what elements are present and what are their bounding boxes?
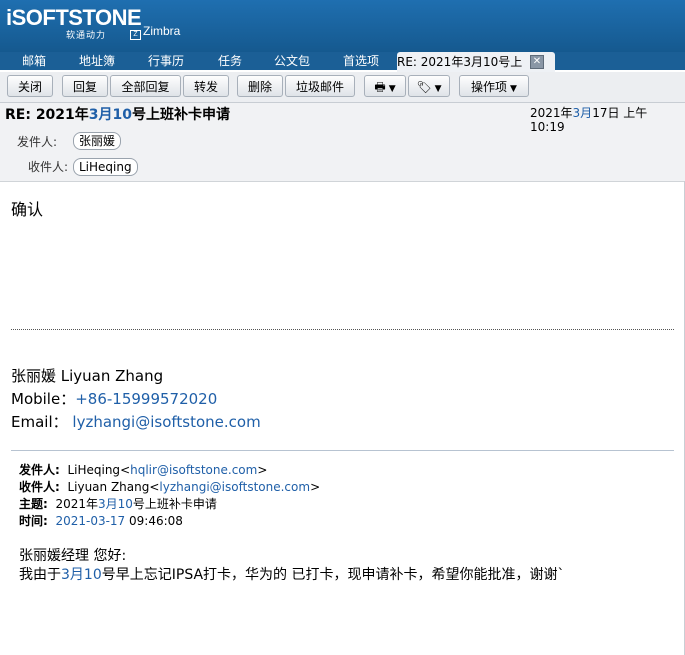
message-subject: RE: 2021年3月10号上班补卡申请 (5, 107, 231, 123)
message-toolbar: 关闭 回复 全部回复 转发 删除 垃圾邮件 🖶 ▼ 🏷 ▼ 操作项 ▼ (0, 72, 685, 103)
to-label: 收件人: (28, 160, 69, 174)
isoftstone-logo: iSOFTSTONE (6, 5, 142, 30)
from-label: 发件人: (17, 135, 58, 149)
current-tab-label: RE: 2021年3月10号上 (397, 55, 523, 69)
quoted-message-line: 我由于3月10号早上忘记IPSA打卡，华为的 已打卡，现申请补卡，希望你能批准，… (19, 567, 565, 583)
close-tab-icon[interactable]: ✕ (530, 55, 544, 69)
quoted-to: 收件人: Liyuan Zhang<lyzhangi@isoftstone.co… (19, 480, 321, 494)
printer-icon: 🖶 (374, 80, 386, 94)
close-button[interactable]: 关闭 (7, 75, 53, 97)
quoted-from: 发件人: LiHeqing<hqlir@isoftstone.com> (19, 463, 268, 477)
message-date: 2021年3月17日 上午 10:19 (530, 106, 648, 134)
tab-current-message[interactable]: RE: 2021年3月10号上 ✕ (397, 52, 555, 72)
signature-name: 张丽媛 Liyuan Zhang (11, 367, 164, 385)
tab-calendar[interactable]: 行事历 (148, 52, 184, 70)
quoted-subject: 主题: 2021年3月10号上班补卡申请 (19, 497, 217, 511)
from-contact-bubble[interactable]: 张丽媛 (73, 132, 122, 150)
tab-mail[interactable]: 邮箱 (22, 52, 46, 70)
quote-divider (11, 450, 674, 451)
tab-briefcase[interactable]: 公文包 (274, 52, 310, 70)
message-header: RE: 2021年3月10号上班补卡申请 2021年3月17日 上午 10:19… (0, 103, 685, 182)
tab-preferences[interactable]: 首选项 (343, 52, 379, 70)
tag-menu-button[interactable]: 🏷 ▼ (408, 75, 450, 97)
mobile-link[interactable]: +86-15999572020 (75, 390, 217, 408)
actions-menu-button[interactable]: 操作项 ▼ (459, 75, 529, 97)
reply-button[interactable]: 回复 (62, 75, 108, 97)
signature-mobile: Mobile：+86-15999572020 (11, 390, 218, 408)
email-link[interactable]: lyzhangi@isoftstone.com (72, 413, 260, 431)
chevron-down-icon: ▼ (510, 84, 517, 94)
app-header: iSOFTSTONE 软通动力 Z Zimbra (0, 0, 685, 52)
print-menu-button[interactable]: 🖶 ▼ (364, 75, 406, 97)
tab-address-book[interactable]: 地址簿 (79, 52, 115, 70)
forward-button[interactable]: 转发 (183, 75, 229, 97)
chevron-down-icon: ▼ (434, 84, 442, 94)
logo-subtitle: 软通动力 (66, 31, 107, 41)
junk-button[interactable]: 垃圾邮件 (285, 75, 355, 97)
app-tabs: 邮箱 地址簿 行事历 任务 公文包 首选项 (0, 52, 685, 70)
chevron-down-icon: ▼ (388, 84, 396, 94)
quoted-greeting: 张丽媛经理 您好: (19, 548, 127, 564)
reply-text: 确认 (11, 200, 44, 219)
quoted-to-email-link[interactable]: lyzhangi@isoftstone.com (159, 480, 310, 494)
tab-tasks[interactable]: 任务 (218, 52, 242, 70)
quoted-time: 时间: 2021-03-17 09:46:08 (19, 514, 183, 528)
signature-divider (11, 329, 674, 330)
actions-label: 操作项 (471, 80, 508, 94)
delete-button[interactable]: 删除 (237, 75, 283, 97)
signature-email: Email： lyzhangi@isoftstone.com (11, 413, 261, 431)
zimbra-logo: Z Zimbra (130, 24, 180, 40)
to-contact-bubble[interactable]: LiHeqing (73, 158, 138, 176)
quoted-from-email-link[interactable]: hqlir@isoftstone.com (130, 463, 257, 477)
reply-all-button[interactable]: 全部回复 (110, 75, 181, 97)
tag-icon: 🏷 (416, 80, 432, 94)
